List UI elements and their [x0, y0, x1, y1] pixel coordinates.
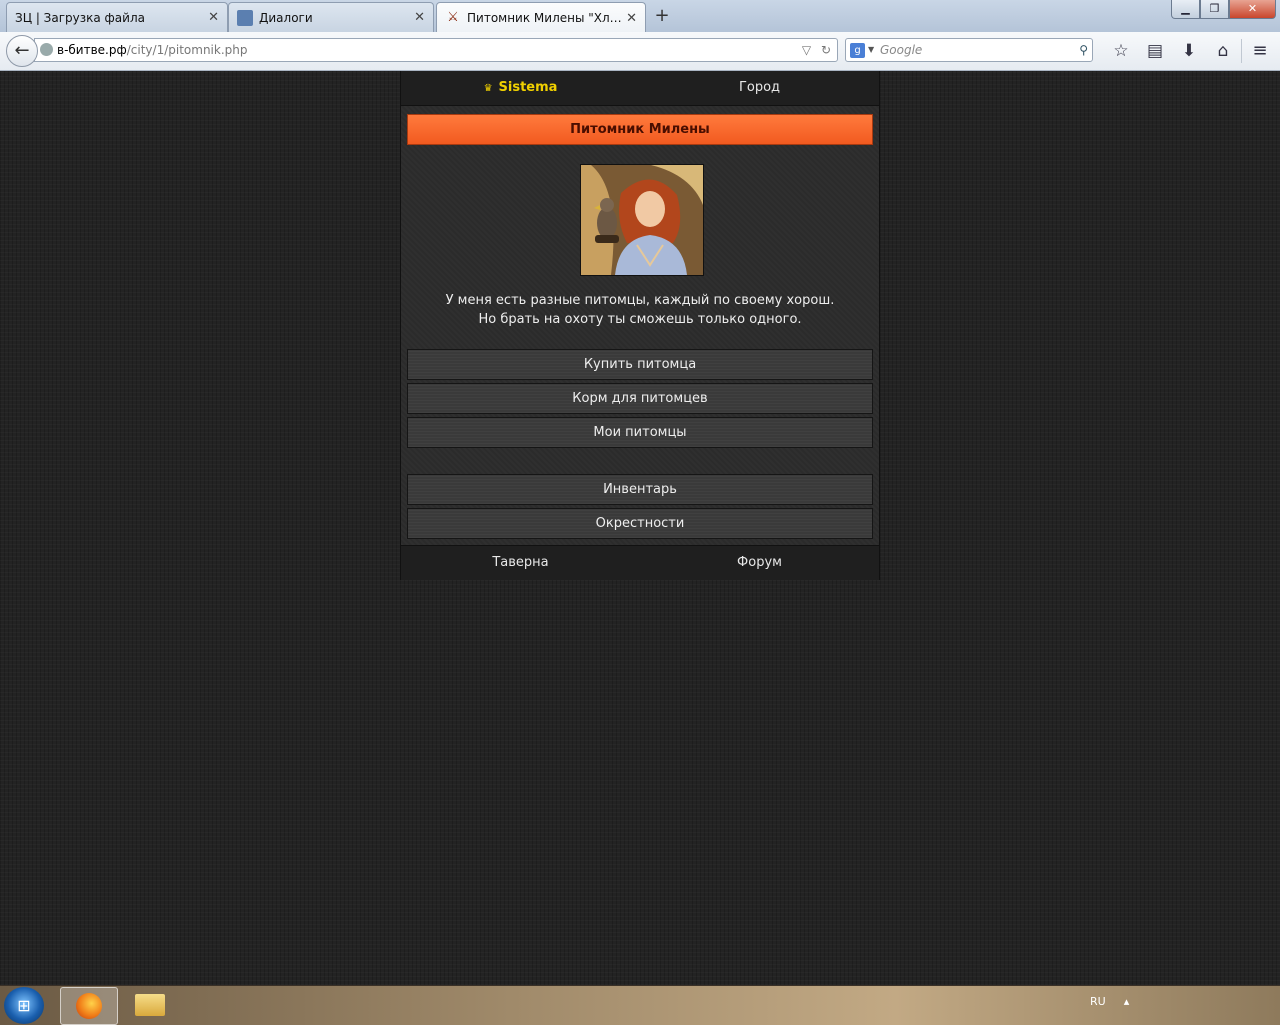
back-button[interactable]: ←: [6, 35, 38, 67]
reload-icon[interactable]: ↻: [821, 43, 831, 57]
maximize-icon[interactable]: ❐: [1200, 0, 1229, 19]
close-icon[interactable]: ✕: [208, 10, 219, 25]
system-tray: RU ▴: [1090, 986, 1129, 1018]
search-icon[interactable]: ⚲: [1079, 39, 1088, 61]
page-title: Питомник Милены: [407, 114, 873, 145]
tab-label: Питомник Милены "Хлад...: [467, 11, 623, 25]
url-path: /city/1/pitomnik.php: [126, 43, 248, 57]
nav-forum[interactable]: Форум: [640, 546, 879, 580]
chat-icon: [237, 9, 253, 26]
portrait-image: [581, 165, 703, 275]
google-icon: g: [850, 43, 865, 58]
npc-text-line: У меня есть разные питомцы, каждый по св…: [445, 293, 835, 308]
hamburger-menu-icon[interactable]: ≡: [1241, 39, 1272, 63]
npc-speech: У меня есть разные питомцы, каждый по св…: [401, 291, 879, 329]
firefox-icon: [76, 993, 102, 1019]
top-nav: ♛ Sistema Город: [401, 71, 879, 106]
url-bar[interactable]: в-битве.рф/city/1/pitomnik.php ▽ ↻: [34, 38, 838, 62]
url-buttons: ▽ ↻: [802, 39, 831, 61]
nav-sistema-label: Sistema: [498, 80, 558, 95]
tab-pitomnik[interactable]: ⚔ Питомник Милены "Хлад... ✕: [436, 2, 646, 33]
dropdown-arrow-icon[interactable]: ▽: [802, 43, 811, 57]
crossed-swords-icon: ⚔: [447, 10, 459, 25]
nav-city[interactable]: Город: [640, 71, 879, 105]
page-viewport: ♛ Sistema Город Питомник Милены У меня ес…: [0, 71, 1280, 985]
bottom-nav: Таверна Форум: [401, 545, 879, 580]
taskbar: ⊞ RU ▴: [0, 985, 1280, 1025]
back-arrow-icon: ←: [14, 40, 30, 61]
taskbar-firefox[interactable]: [60, 987, 118, 1025]
chevron-down-icon[interactable]: ▼: [868, 39, 874, 61]
minimize-icon[interactable]: ▁: [1171, 0, 1200, 19]
tab-upload[interactable]: ЗЦ | Загрузка файла ✕: [6, 2, 228, 32]
npc-portrait: [580, 164, 704, 276]
buy-pet-button[interactable]: Купить питомца: [407, 349, 873, 380]
folder-icon: [135, 994, 165, 1016]
window-controls: ▁ ❐ ✕: [1171, 0, 1276, 19]
nav-tavern[interactable]: Таверна: [401, 546, 640, 580]
inventory-button[interactable]: Инвентарь: [407, 474, 873, 505]
windows-logo-icon: ⊞: [17, 996, 31, 1015]
game-panel: ♛ Sistema Город Питомник Милены У меня ес…: [400, 71, 880, 580]
search-placeholder: Google: [880, 43, 923, 57]
navigation-bar: в-битве.рф/city/1/pitomnik.php ▽ ↻ ← g ▼…: [0, 32, 1280, 71]
toolbar-icons: ☆ ▤ ⬇ ⌂: [1104, 40, 1240, 62]
close-window-icon[interactable]: ✕: [1229, 0, 1276, 19]
tab-label: Диалоги: [259, 10, 313, 25]
globe-icon: [40, 43, 53, 56]
crown-icon: ♛: [483, 83, 493, 94]
taskbar-explorer[interactable]: [122, 987, 178, 1023]
search-input[interactable]: g ▼ Google ⚲: [845, 38, 1093, 62]
nav-sistema[interactable]: ♛ Sistema: [401, 71, 640, 105]
npc-text-line: Но брать на охоту ты сможешь только одно…: [478, 312, 802, 327]
tab-label: ЗЦ | Загрузка файла: [15, 10, 145, 25]
close-icon[interactable]: ✕: [626, 11, 637, 26]
start-button[interactable]: ⊞: [4, 987, 44, 1024]
home-icon[interactable]: ⌂: [1206, 40, 1240, 62]
pet-food-button[interactable]: Корм для питомцев: [407, 383, 873, 414]
new-tab-button[interactable]: +: [652, 6, 672, 26]
language-indicator[interactable]: RU: [1090, 986, 1106, 1018]
url-host: в-битве.рф: [57, 43, 127, 57]
bookmark-star-icon[interactable]: ☆: [1104, 40, 1138, 62]
my-pets-button[interactable]: Мои питомцы: [407, 417, 873, 448]
browser-tabstrip: ЗЦ | Загрузка файла ✕ Диалоги ✕ ⚔ Питомн…: [0, 0, 1280, 33]
tab-dialogs[interactable]: Диалоги ✕: [228, 2, 434, 32]
surroundings-button[interactable]: Окрестности: [407, 508, 873, 539]
tray-expand-icon[interactable]: ▴: [1124, 986, 1130, 1018]
close-icon[interactable]: ✕: [414, 10, 425, 25]
bookmarks-list-icon[interactable]: ▤: [1138, 40, 1172, 62]
download-icon[interactable]: ⬇: [1172, 40, 1206, 62]
